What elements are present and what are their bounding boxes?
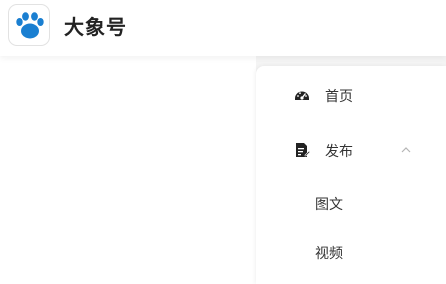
sidebar-item-label: 首页: [325, 89, 353, 105]
app-logo[interactable]: [8, 4, 50, 46]
sidebar-item-label: 视频: [315, 246, 343, 262]
main-content: [0, 56, 256, 284]
sidebar-menu: 首页 发布 图文 视频: [256, 66, 446, 284]
sidebar-item-label: 发布: [325, 144, 353, 160]
page: 大象号 首页 发布 图文 视频: [0, 0, 446, 284]
sidebar-item-publish[interactable]: 发布: [256, 130, 446, 170]
sidebar-item-home[interactable]: 首页: [256, 75, 446, 115]
sidebar-item-label: 图文: [315, 197, 343, 213]
publish-icon: [296, 143, 310, 157]
sidebar-subitem-video[interactable]: 视频: [256, 232, 446, 272]
chevron-up-icon[interactable]: [399, 143, 413, 157]
sidebar-subitem-article[interactable]: 图文: [256, 183, 446, 223]
brand-name: 大象号: [64, 15, 127, 39]
dashboard-icon: [295, 91, 309, 100]
paw-icon: [16, 12, 44, 39]
header: 大象号: [0, 0, 446, 56]
